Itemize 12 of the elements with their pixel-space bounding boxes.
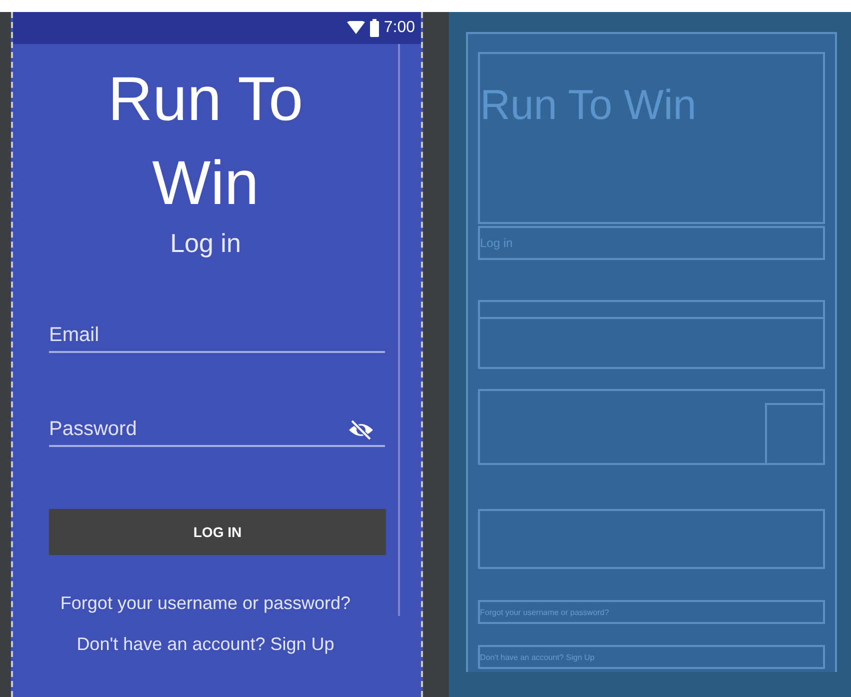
screen-subtitle: Log in bbox=[170, 228, 241, 259]
link-outline: Forgot your username or password? bbox=[478, 600, 825, 624]
wifi-icon bbox=[346, 21, 365, 35]
app-title: Run To Win bbox=[106, 64, 304, 220]
input-field[interactable]: Email bbox=[49, 319, 385, 353]
link-outline: Don't have an account? Sign Up bbox=[478, 645, 825, 669]
forgot-password-link[interactable]: Forgot your username or password? bbox=[60, 593, 351, 614]
signup-link[interactable]: Don't have an account? Sign Up bbox=[13, 634, 398, 655]
status-time: 7:00 bbox=[384, 19, 415, 37]
login-button[interactable]: LOG IN bbox=[49, 509, 386, 555]
eye-off-icon[interactable] bbox=[347, 419, 375, 441]
battery-icon bbox=[370, 19, 379, 37]
